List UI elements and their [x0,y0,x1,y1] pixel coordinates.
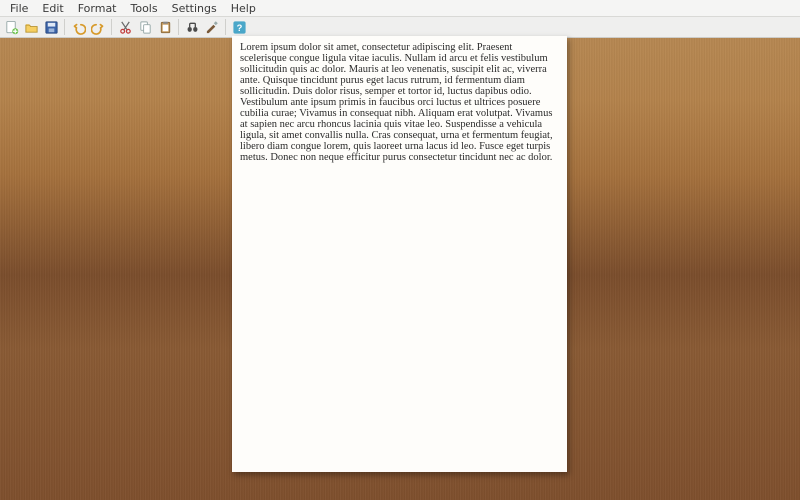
menu-tools[interactable]: Tools [124,2,165,15]
toolbar-separator [178,19,179,35]
menu-format[interactable]: Format [71,2,124,15]
save-icon [44,20,59,35]
find-button[interactable] [183,18,201,36]
paste-icon [158,20,173,35]
cut-button[interactable] [116,18,134,36]
open-button[interactable] [22,18,40,36]
toolbar: ? [0,17,800,38]
menu-settings[interactable]: Settings [165,2,224,15]
document-page[interactable]: Lorem ipsum dolor sit amet, consectetur … [232,36,567,472]
help-button[interactable]: ? [230,18,248,36]
config-button[interactable] [203,18,221,36]
svg-text:?: ? [236,22,242,32]
config-icon [205,20,220,35]
cut-icon [118,20,133,35]
redo-button[interactable] [89,18,107,36]
text-editor-window: File Edit Format Tools Settings Help [0,0,800,38]
toolbar-separator [225,19,226,35]
redo-icon [91,20,106,35]
menu-help[interactable]: Help [224,2,263,15]
toolbar-separator [111,19,112,35]
save-button[interactable] [42,18,60,36]
copy-icon [138,20,153,35]
menubar: File Edit Format Tools Settings Help [0,0,800,17]
document-paragraph: Lorem ipsum dolor sit amet, consectetur … [240,42,559,163]
new-icon [4,20,19,35]
new-button[interactable] [2,18,20,36]
toolbar-separator [64,19,65,35]
menu-file[interactable]: File [3,2,35,15]
copy-button[interactable] [136,18,154,36]
paste-button[interactable] [156,18,174,36]
menu-edit[interactable]: Edit [35,2,70,15]
find-icon [185,20,200,35]
undo-button[interactable] [69,18,87,36]
open-icon [24,20,39,35]
undo-icon [71,20,86,35]
help-icon: ? [232,20,247,35]
